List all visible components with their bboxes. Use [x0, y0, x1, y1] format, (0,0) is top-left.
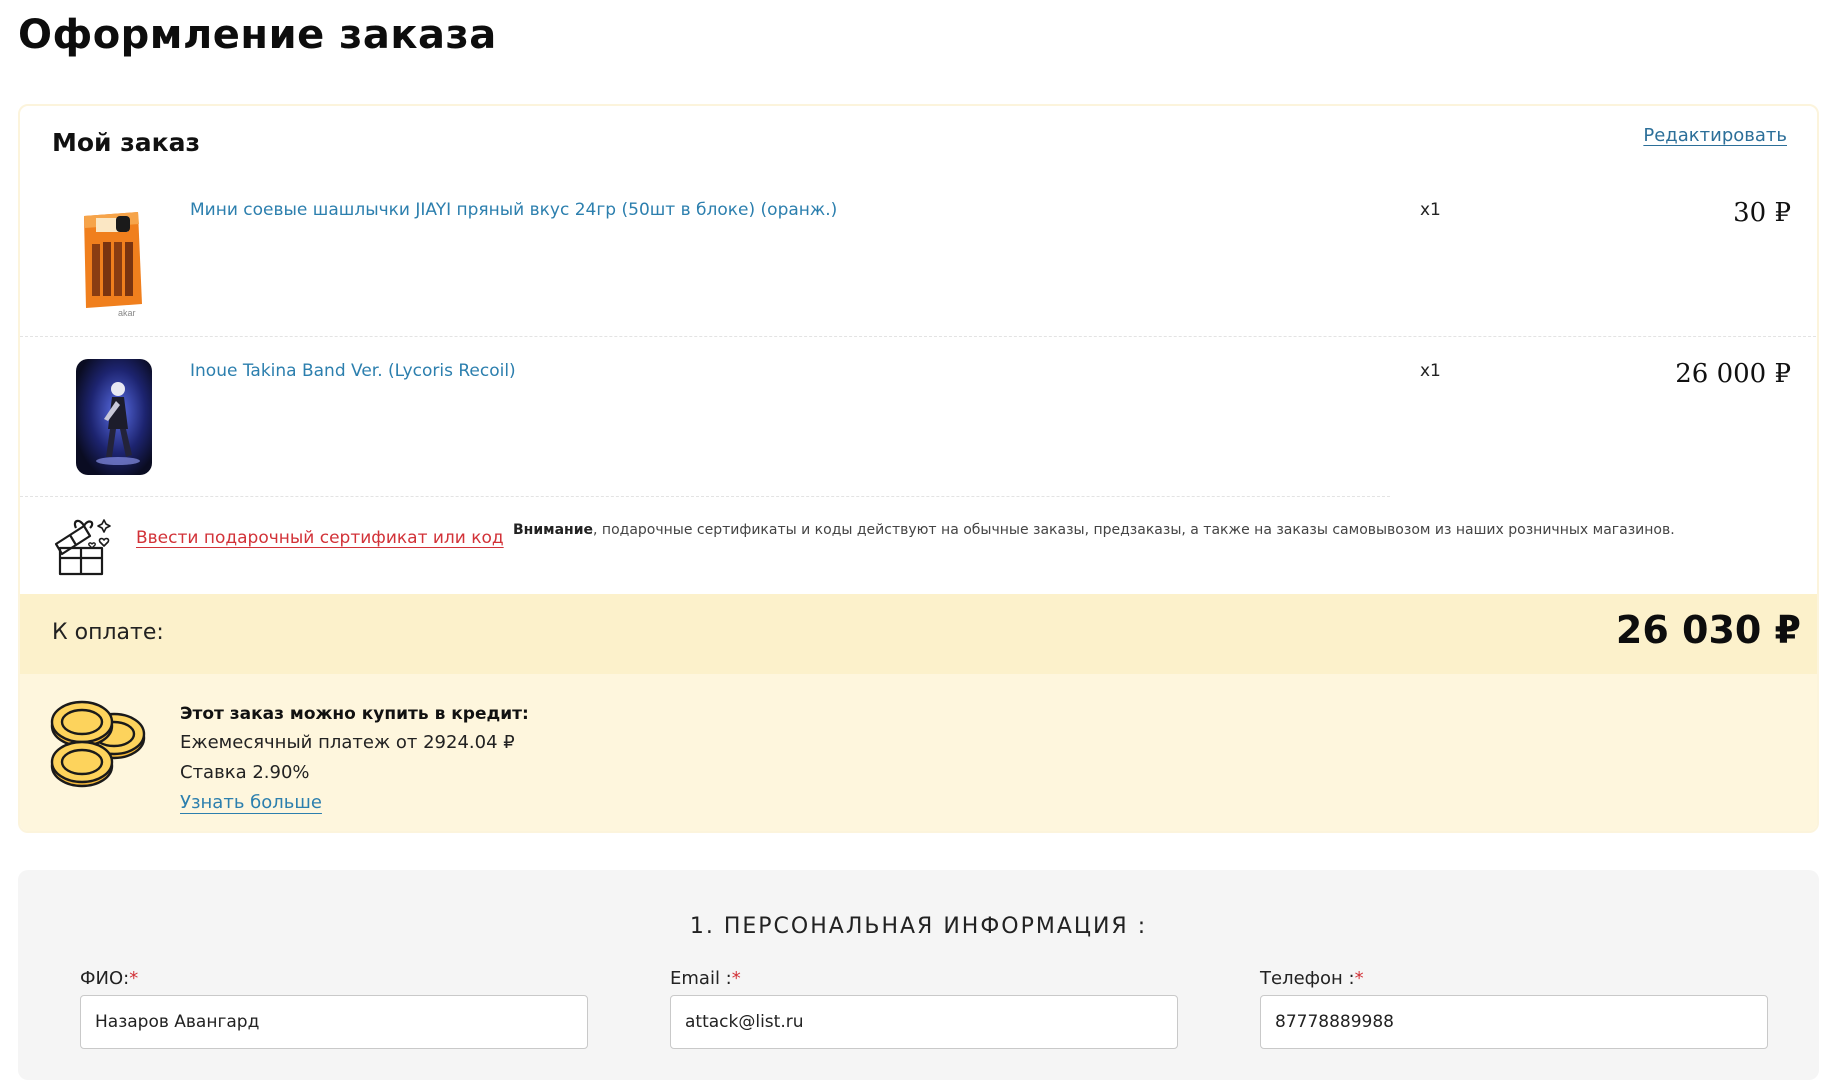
order-item-row: Inoue Takina Band Ver. (Lycoris Recoil) … — [20, 337, 1817, 497]
credit-monthly-payment: Ежемесячный платеж от 2924.04 ₽ — [180, 732, 515, 753]
personal-info-section: 1. ПЕРСОНАЛЬНАЯ ИНФОРМАЦИЯ : ФИО:* Назар… — [18, 870, 1819, 1080]
required-mark: * — [129, 968, 139, 989]
field-label: Email :* — [670, 968, 741, 989]
phone-field: Телефон :* 87778889988 — [1260, 968, 1768, 1049]
product-link[interactable]: Мини соевые шашлычки JIAYI пряный вкус 2… — [190, 200, 837, 220]
figure-image[interactable] — [76, 359, 152, 475]
snack-package-image[interactable]: akar — [76, 204, 152, 322]
credit-rate: Ставка 2.90% — [180, 762, 310, 783]
item-quantity: x1 — [1420, 361, 1441, 381]
field-label-text: Телефон : — [1260, 968, 1355, 989]
email-input[interactable]: attack@list.ru — [670, 995, 1178, 1049]
required-mark: * — [1354, 968, 1364, 989]
full-name-field: ФИО:* Назаров Авангард — [80, 968, 588, 1049]
total-amount: 26 030 ₽ — [1615, 608, 1801, 652]
item-quantity: x1 — [1420, 200, 1441, 220]
gift-certificate-link[interactable]: Ввести подарочный сертификат или код — [136, 528, 504, 548]
page-title: Оформление заказа — [18, 12, 497, 58]
certificate-note-bold: Внимание — [513, 522, 594, 538]
certificate-note-text: , подарочные сертификаты и коды действую… — [593, 522, 1675, 538]
section-title: 1. ПЕРСОНАЛЬНАЯ ИНФОРМАЦИЯ : — [689, 914, 1148, 939]
field-label-text: Email : — [670, 968, 732, 989]
order-item-row: akar Мини соевые шашлычки JIAYI пряный в… — [20, 162, 1817, 337]
edit-order-link[interactable]: Редактировать — [1643, 125, 1787, 146]
credit-title: Этот заказ можно купить в кредит: — [180, 704, 529, 724]
credit-learn-more-link[interactable]: Узнать больше — [180, 792, 322, 813]
field-label-text: ФИО: — [80, 968, 130, 989]
gift-box-icon — [54, 519, 111, 576]
field-label: ФИО:* — [80, 968, 138, 989]
email-field: Email :* attack@list.ru — [670, 968, 1178, 1049]
credit-offer-row: Этот заказ можно купить в кредит: Ежемес… — [20, 674, 1817, 831]
certificate-note: Внимание, подарочные сертификаты и коды … — [513, 522, 1675, 538]
divider — [20, 496, 1390, 497]
total-row: К оплате: 26 030 ₽ — [20, 594, 1817, 674]
svg-text:akar: akar — [118, 308, 136, 318]
coins-icon — [50, 700, 146, 788]
full-name-input[interactable]: Назаров Авангард — [80, 995, 588, 1049]
gift-certificate-row: Ввести подарочный сертификат или код Вни… — [20, 498, 1817, 598]
required-mark: * — [731, 968, 741, 989]
product-link[interactable]: Inoue Takina Band Ver. (Lycoris Recoil) — [190, 361, 516, 381]
order-summary-card: Мой заказ Редактировать akar Мини соевые… — [18, 104, 1819, 833]
item-price: 26 000 ₽ — [1675, 359, 1791, 389]
field-label: Телефон :* — [1260, 968, 1364, 989]
total-label: К оплате: — [52, 620, 164, 645]
item-price: 30 ₽ — [1733, 198, 1791, 228]
phone-input[interactable]: 87778889988 — [1260, 995, 1768, 1049]
order-header: Мой заказ — [52, 128, 201, 157]
